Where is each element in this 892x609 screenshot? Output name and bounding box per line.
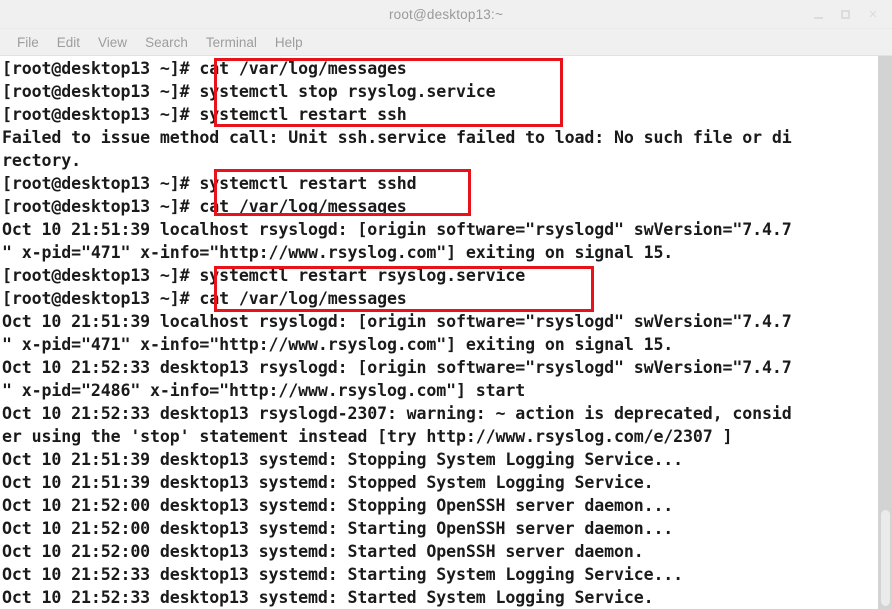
terminal-line: Oct 10 21:51:39 desktop13 systemd: Stopp…: [2, 450, 684, 469]
menu-item-help[interactable]: Help: [266, 29, 312, 56]
terminal-line: Oct 10 21:52:33 desktop13 rsyslogd: [ori…: [2, 358, 792, 377]
terminal-line: Oct 10 21:52:33 desktop13 systemd: Start…: [2, 588, 654, 607]
menu-item-file[interactable]: File: [8, 29, 48, 56]
terminal-line: [root@desktop13 ~]# cat /var/log/message…: [2, 197, 407, 216]
terminal-line: " x-pid="471" x-info="http://www.rsyslog…: [2, 243, 674, 262]
terminal-line: Oct 10 21:51:39 localhost rsyslogd: [ori…: [2, 312, 792, 331]
terminal-line: Oct 10 21:52:33 desktop13 rsyslogd-2307:…: [2, 404, 792, 423]
terminal-line: Oct 10 21:51:39 desktop13 systemd: Stopp…: [2, 473, 654, 492]
menu-item-edit[interactable]: Edit: [48, 29, 89, 56]
terminal-line: er using the 'stop' statement instead [t…: [2, 427, 733, 446]
terminal-line: [root@desktop13 ~]# systemctl stop rsysl…: [2, 82, 496, 101]
scrollbar-thumb[interactable]: [881, 510, 890, 606]
terminal-line: " x-pid="2486" x-info="http://www.rsyslo…: [2, 381, 526, 400]
terminal-line: [root@desktop13 ~]# cat /var/log/message…: [2, 289, 407, 308]
terminal-line: [root@desktop13 ~]# systemctl restart ss…: [2, 174, 417, 193]
terminal-line: Oct 10 21:52:00 desktop13 systemd: Start…: [2, 519, 674, 538]
minimize-icon[interactable]: [812, 8, 826, 22]
terminal-line: [root@desktop13 ~]# systemctl restart ss…: [2, 105, 407, 124]
terminal-output[interactable]: [root@desktop13 ~]# cat /var/log/message…: [0, 56, 878, 609]
terminal-line: " x-pid="471" x-info="http://www.rsyslog…: [2, 335, 674, 354]
terminal-window: root@desktop13:~ × File Edit View Search Ter…: [0, 0, 892, 609]
terminal-line: Oct 10 21:52:00 desktop13 systemd: Start…: [2, 542, 644, 561]
terminal-line: Oct 10 21:52:33 desktop13 systemd: Start…: [2, 565, 684, 584]
terminal-body[interactable]: [root@desktop13 ~]# cat /var/log/message…: [0, 56, 892, 609]
menu-item-view[interactable]: View: [89, 29, 136, 56]
menu-item-terminal[interactable]: Terminal: [197, 29, 266, 56]
terminal-scrollbar[interactable]: [878, 56, 892, 609]
menu-item-search[interactable]: Search: [136, 29, 197, 56]
terminal-line: Oct 10 21:52:00 desktop13 systemd: Stopp…: [2, 496, 674, 515]
terminal-line: Oct 10 21:51:39 localhost rsyslogd: [ori…: [2, 220, 792, 239]
terminal-line: rectory.: [2, 151, 81, 170]
close-icon[interactable]: ×: [866, 7, 880, 22]
menu-bar: File Edit View Search Terminal Help: [0, 29, 892, 56]
terminal-line: Failed to issue method call: Unit ssh.se…: [2, 128, 792, 147]
terminal-line: [root@desktop13 ~]# systemctl restart rs…: [2, 266, 526, 285]
window-controls: ×: [812, 0, 886, 29]
window-title: root@desktop13:~: [388, 6, 504, 22]
maximize-icon[interactable]: [839, 8, 853, 22]
terminal-line: [root@desktop13 ~]# cat /var/log/message…: [2, 59, 407, 78]
title-bar: root@desktop13:~ ×: [0, 0, 892, 29]
